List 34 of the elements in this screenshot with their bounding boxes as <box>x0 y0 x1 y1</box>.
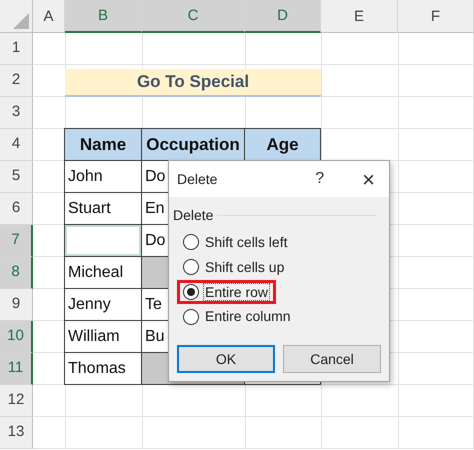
help-button[interactable]: ? <box>315 167 324 191</box>
column-header[interactable]: F <box>398 0 474 33</box>
column-header[interactable]: C <box>142 0 245 33</box>
column-header[interactable]: A <box>33 0 65 33</box>
row-header[interactable]: 10 <box>0 321 33 353</box>
column-header[interactable]: D <box>245 0 321 33</box>
close-button[interactable]: × <box>362 162 375 196</box>
row-header[interactable]: 8 <box>0 257 33 289</box>
row-header[interactable]: 2 <box>0 65 33 97</box>
column-header[interactable]: B <box>65 0 142 33</box>
table-header-cell: Occupation <box>141 128 245 161</box>
row-header[interactable]: 11 <box>0 353 33 385</box>
row-header[interactable]: 12 <box>0 385 33 417</box>
row-header[interactable]: 13 <box>0 417 33 449</box>
table-header-cell: Name <box>64 128 142 161</box>
dialog-button[interactable]: OK <box>177 345 275 374</box>
group-label: Delete <box>173 206 214 225</box>
row-header[interactable]: 4 <box>0 129 33 161</box>
title-cell: Go To Special <box>65 69 321 97</box>
option-label[interactable]: Shift cells left <box>203 233 290 252</box>
option-label[interactable]: Entire row <box>203 282 270 302</box>
row-header[interactable]: 6 <box>0 193 33 225</box>
option-label[interactable]: Entire column <box>203 307 293 326</box>
option-label[interactable]: Shift cells up <box>203 258 286 277</box>
table-header-cell: Age <box>244 128 321 161</box>
row-header[interactable]: 1 <box>0 33 33 65</box>
row-header[interactable]: 5 <box>0 161 33 193</box>
row-header[interactable]: 9 <box>0 289 33 321</box>
row-header[interactable]: 3 <box>0 97 33 129</box>
column-header[interactable]: E <box>321 0 398 33</box>
dialog-title: Delete <box>177 170 218 188</box>
table-cell[interactable]: Thomas <box>64 352 142 385</box>
dialog-button[interactable]: Cancel <box>283 345 381 374</box>
row-header[interactable]: 7 <box>0 225 33 257</box>
